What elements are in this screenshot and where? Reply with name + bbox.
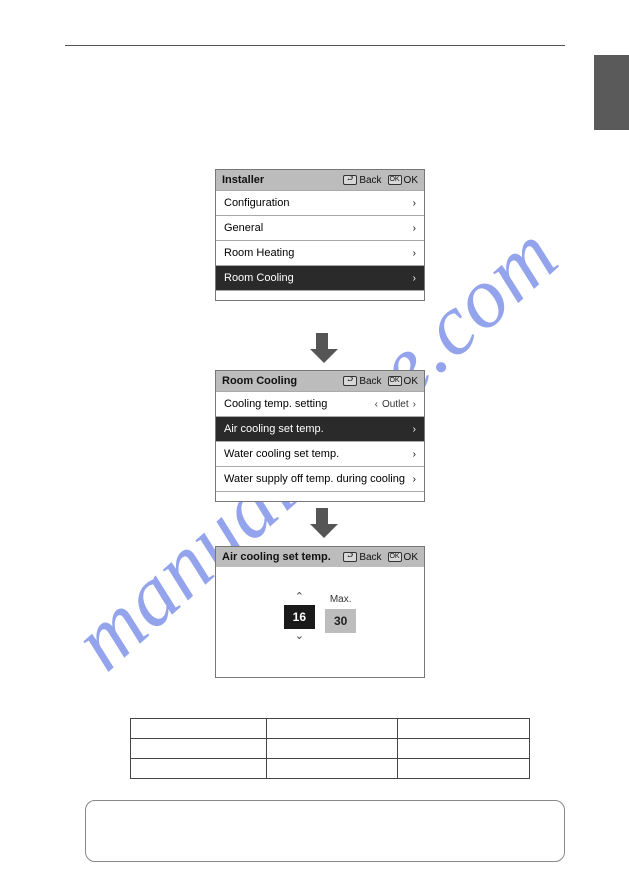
menu-item-configuration[interactable]: Configuration › bbox=[216, 190, 424, 215]
chevron-right-icon: › bbox=[413, 198, 416, 209]
menu-item-label: Air cooling set temp. bbox=[224, 423, 324, 435]
chevron-up-icon[interactable]: ⌃ bbox=[295, 592, 304, 603]
max-label: Max. bbox=[330, 594, 352, 605]
option-value: Outlet bbox=[382, 399, 409, 410]
panel-room-cooling: Room Cooling ⮐ Back OK OK Cooling temp. … bbox=[215, 370, 425, 502]
panel-title: Air cooling set temp. bbox=[222, 551, 331, 563]
back-icon: ⮐ bbox=[343, 376, 357, 386]
max-value: 30 bbox=[325, 609, 356, 633]
chevron-right-icon: › bbox=[413, 424, 416, 435]
back-label: Back bbox=[359, 376, 381, 387]
ok-button[interactable]: OK OK bbox=[388, 175, 418, 186]
menu-item-cut bbox=[216, 290, 424, 300]
menu-item-room-heating[interactable]: Room Heating › bbox=[216, 240, 424, 265]
page-top-rule bbox=[65, 45, 565, 46]
menu-item-label: Room Heating bbox=[224, 247, 294, 259]
menu-item-cut bbox=[216, 491, 424, 501]
value-stepper[interactable]: ⌃ 16 ⌄ bbox=[284, 592, 315, 642]
panel-header: Room Cooling ⮐ Back OK OK bbox=[216, 371, 424, 391]
back-icon: ⮐ bbox=[343, 175, 357, 185]
panel-installer: Installer ⮐ Back OK OK Configuration › G… bbox=[215, 169, 425, 301]
ok-label: OK bbox=[404, 376, 418, 387]
chevron-right-icon: › bbox=[413, 449, 416, 460]
chevron-right-icon: › bbox=[413, 399, 416, 410]
chevron-left-icon: ‹ bbox=[375, 399, 378, 410]
table-row bbox=[131, 719, 530, 739]
panel-header: Air cooling set temp. ⮐ Back OK OK bbox=[216, 547, 424, 567]
back-button[interactable]: ⮐ Back bbox=[343, 376, 381, 387]
panel-title: Installer bbox=[222, 174, 264, 186]
menu-item-water-supply-off-temp[interactable]: Water supply off temp. during cooling › bbox=[216, 466, 424, 491]
menu-item-label: Configuration bbox=[224, 197, 289, 209]
spec-table bbox=[130, 718, 530, 779]
flow-arrow-icon bbox=[310, 508, 334, 538]
back-button[interactable]: ⮐ Back bbox=[343, 175, 381, 186]
table-row bbox=[131, 759, 530, 779]
panel-air-cooling-set-temp: Air cooling set temp. ⮐ Back OK OK ⌃ 16 … bbox=[215, 546, 425, 678]
menu-item-label: Water cooling set temp. bbox=[224, 448, 339, 460]
table-row bbox=[131, 739, 530, 759]
max-block: Max. 30 bbox=[325, 594, 356, 633]
chevron-right-icon: › bbox=[413, 474, 416, 485]
ok-label: OK bbox=[404, 552, 418, 563]
chevron-right-icon: › bbox=[413, 223, 416, 234]
menu-item-air-cooling-set-temp[interactable]: Air cooling set temp. › bbox=[216, 416, 424, 441]
ok-icon: OK bbox=[388, 376, 402, 386]
menu-item-room-cooling[interactable]: Room Cooling › bbox=[216, 265, 424, 290]
back-icon: ⮐ bbox=[343, 552, 357, 562]
menu-item-cooling-temp-setting[interactable]: Cooling temp. setting ‹ Outlet › bbox=[216, 391, 424, 416]
section-side-tab bbox=[594, 55, 629, 130]
ok-button[interactable]: OK OK bbox=[388, 552, 418, 563]
menu-item-label: Cooling temp. setting bbox=[224, 398, 327, 410]
back-label: Back bbox=[359, 552, 381, 563]
setpoint-body: ⌃ 16 ⌄ Max. 30 bbox=[216, 567, 424, 677]
back-button[interactable]: ⮐ Back bbox=[343, 552, 381, 563]
ok-icon: OK bbox=[388, 552, 402, 562]
ok-label: OK bbox=[404, 175, 418, 186]
note-box bbox=[85, 800, 565, 862]
panel-title: Room Cooling bbox=[222, 375, 297, 387]
chevron-down-icon[interactable]: ⌄ bbox=[295, 631, 304, 642]
menu-item-general[interactable]: General › bbox=[216, 215, 424, 240]
chevron-right-icon: › bbox=[413, 248, 416, 259]
inline-option-selector[interactable]: ‹ Outlet › bbox=[375, 399, 416, 410]
current-value: 16 bbox=[284, 605, 315, 629]
panel-header: Installer ⮐ Back OK OK bbox=[216, 170, 424, 190]
ok-icon: OK bbox=[388, 175, 402, 185]
menu-item-water-cooling-set-temp[interactable]: Water cooling set temp. › bbox=[216, 441, 424, 466]
back-label: Back bbox=[359, 175, 381, 186]
menu-item-label: Room Cooling bbox=[224, 272, 294, 284]
ok-button[interactable]: OK OK bbox=[388, 376, 418, 387]
flow-arrow-icon bbox=[310, 333, 334, 363]
menu-item-label: General bbox=[224, 222, 263, 234]
menu-item-label: Water supply off temp. during cooling bbox=[224, 473, 405, 485]
chevron-right-icon: › bbox=[413, 273, 416, 284]
